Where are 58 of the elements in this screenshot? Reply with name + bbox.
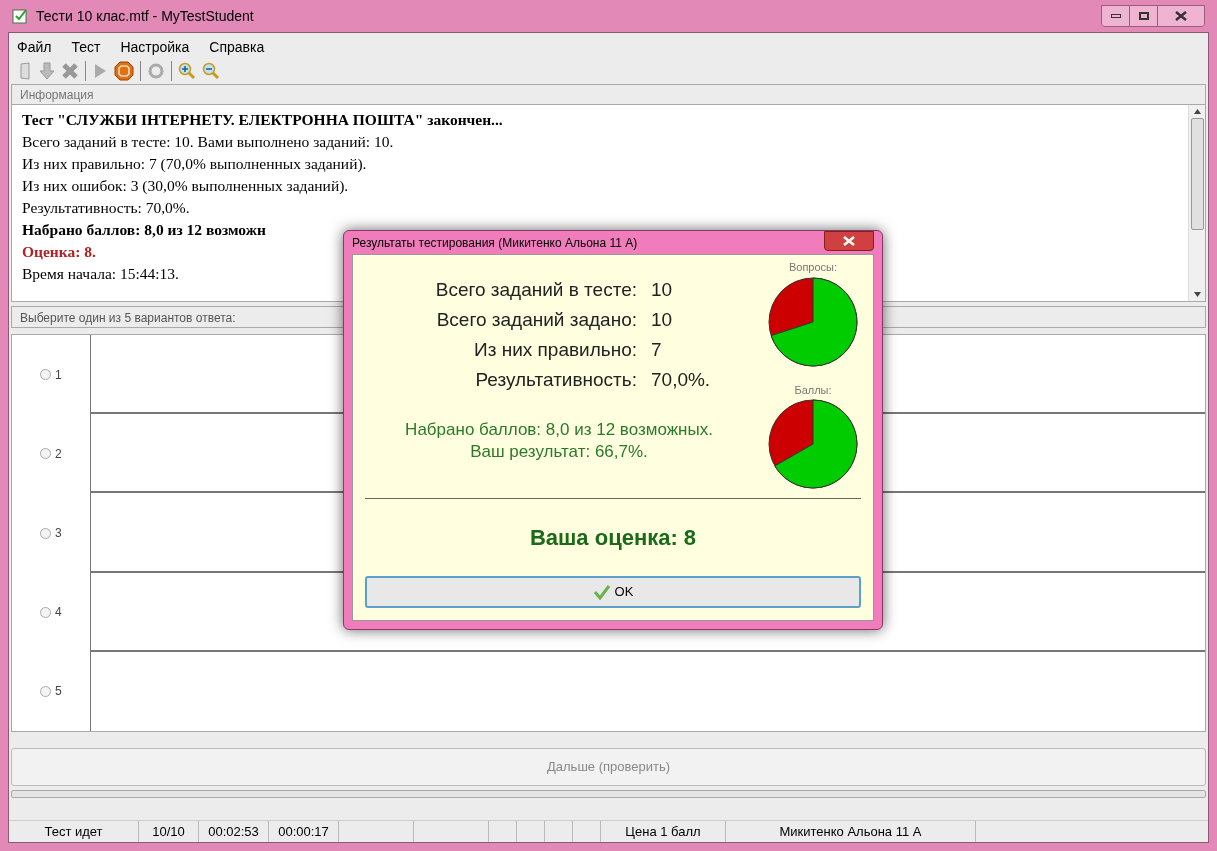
door-icon[interactable]: [17, 62, 33, 80]
menu-item[interactable]: Тест: [71, 37, 101, 58]
stat-value: 10: [651, 277, 673, 302]
answer-radio[interactable]: 5: [12, 651, 90, 731]
chart-title: Вопросы:: [788, 260, 838, 275]
answer-radio[interactable]: 2: [12, 414, 90, 494]
status-text: 00:00:17: [269, 821, 339, 842]
zoom-in-icon[interactable]: [178, 62, 196, 80]
answer-radio[interactable]: 1: [12, 335, 90, 415]
status-text: 00:02:53: [199, 821, 269, 842]
menu-item[interactable]: Файл: [17, 37, 52, 58]
scroll-up-icon[interactable]: [1193, 109, 1201, 114]
close-button[interactable]: [824, 231, 874, 251]
maximize-button[interactable]: [1130, 6, 1158, 26]
down-arrow-icon[interactable]: [39, 62, 55, 80]
next-button: Дальше (проверить): [11, 748, 1206, 786]
status-text: Микитенко Альона 11 А: [726, 821, 976, 842]
info-text: Результативность: 70,0%.: [22, 198, 190, 218]
status-text: Тест идет: [9, 821, 139, 842]
scrollbar[interactable]: [1188, 105, 1205, 301]
grade-text: Ваша оценка: 8: [529, 524, 697, 552]
info-text: Оценка: 8.: [22, 242, 96, 262]
answer-radio[interactable]: 3: [12, 493, 90, 573]
menu-item[interactable]: Справка: [209, 37, 265, 58]
window-title: Тести 10 клас.mtf - MyTestStudent: [36, 6, 254, 26]
info-text: Тест "СЛУЖБИ ІНТЕРНЕТУ. ЕЛЕКТРОННА ПОШТА" закончен...: [22, 110, 503, 130]
info-text: Время начала: 15:44:13.: [22, 264, 179, 284]
close-button[interactable]: [1158, 6, 1204, 26]
info-text: Набрано баллов: 8,0 из 12 возможн: [22, 220, 266, 240]
zoom-out-icon[interactable]: [202, 62, 220, 80]
close-icon: [1175, 11, 1187, 21]
dialog-title: Результаты тестирования (Микитенко Альона 11 А): [352, 234, 638, 252]
status-text: 10/10: [139, 821, 199, 842]
stat-label: Результативность:: [474, 367, 637, 392]
info-text: Из них ошибок: 3 (30,0% выполненных заданий).: [22, 176, 349, 196]
score-text: Набрано баллов: 8,0 из 12 возможных.: [405, 419, 713, 441]
cross-icon[interactable]: [61, 62, 79, 80]
stat-label: Из них правильно:: [473, 337, 637, 362]
answer-radio[interactable]: 4: [12, 572, 90, 652]
stat-value: 70,0%.: [651, 367, 711, 392]
play-icon[interactable]: [92, 62, 108, 80]
pie-chart-icon: [767, 398, 859, 490]
menu-item[interactable]: Настройка: [120, 37, 190, 58]
close-icon: [843, 236, 855, 246]
score-text: Ваш результат: 66,7%.: [470, 441, 648, 463]
scroll-down-icon[interactable]: [1193, 292, 1201, 297]
check-icon: [592, 584, 611, 600]
minimize-button[interactable]: [1102, 6, 1130, 26]
info-text: Из них правильно: 7 (70,0% выполненных заданий).: [22, 154, 367, 174]
checkbox-app-icon: [12, 8, 28, 24]
stat-value: 7: [651, 337, 662, 362]
stop-icon[interactable]: [114, 61, 134, 81]
chart-title: Баллы:: [794, 382, 832, 398]
stat-label: Всего заданий в тесте:: [434, 277, 637, 302]
pie-chart-icon: [767, 275, 859, 368]
status-text: Цена 1 балл: [601, 821, 726, 842]
ok-button[interactable]: OK: [365, 576, 861, 608]
info-text: Всего заданий в тесте: 10. Вами выполнено заданий: 10.: [22, 132, 394, 152]
